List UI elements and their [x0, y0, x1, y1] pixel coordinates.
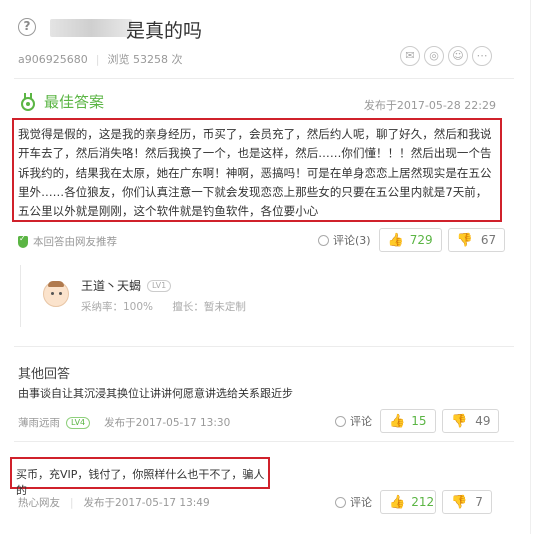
- other-answer-text: 由事谈自让其沉浸其换位让讲讲何愿意讲选给关系跟近步: [18, 387, 293, 400]
- upvote-count: 212: [411, 495, 435, 509]
- downvote-count: 49: [475, 414, 491, 428]
- answerer-name-row: 王道丶天蝎 LV1: [81, 277, 172, 294]
- answer-date: 发布于2017-05-17 13:49: [83, 497, 210, 509]
- divider: [14, 346, 514, 347]
- recommend-note: 本回答由网友推荐: [18, 234, 117, 249]
- divider: [14, 441, 514, 442]
- question-title: 是真的吗: [126, 20, 203, 42]
- answer-date: 发布于2017-05-17 13:30: [104, 417, 231, 429]
- upvote-count: 729: [409, 233, 433, 247]
- thumbs-down-icon: 👎: [456, 232, 473, 248]
- best-answer-actions: 评论(3) 👍 729 👎 67: [318, 228, 506, 252]
- blurred-title-segment: [50, 19, 132, 37]
- share-buttons: ✉ ◎ ☺ ⋯: [400, 46, 492, 66]
- answerer-stats: 采纳率：100% 擅长：暂未定制: [81, 299, 262, 314]
- avatar[interactable]: [43, 281, 69, 307]
- upvote-count: 15: [411, 414, 427, 428]
- comment-label: 评论: [350, 496, 372, 509]
- shield-check-icon: [18, 234, 28, 248]
- specialty: 擅长：暂未定制: [172, 301, 246, 313]
- answer-user[interactable]: 热心网友: [18, 495, 60, 510]
- question-header: ? 是真的吗: [14, 12, 514, 42]
- qq-icon[interactable]: ☺: [448, 46, 468, 66]
- answer-text: 买币，充VIP，钱付了，你照样什么也干不了，骗人的: [16, 468, 265, 497]
- comment-button[interactable]: 评论: [335, 413, 372, 429]
- best-answer-text: 我觉得是假的，这是我的亲身经历，币买了，会员充了，然后约人呢，聊了好久，然后和我…: [18, 127, 492, 219]
- thumbs-down-icon: 👎: [451, 494, 468, 510]
- answer-highlight: 买币，充VIP，钱付了，你照样什么也干不了，骗人的: [10, 457, 270, 497]
- question-author[interactable]: a906925680: [18, 53, 88, 66]
- answer-actions: 评论 👍 15 👎 49: [335, 409, 500, 433]
- downvote-count: 67: [480, 233, 497, 247]
- wechat-icon[interactable]: ✉: [400, 46, 420, 66]
- upvote-button[interactable]: 👍 729: [378, 228, 442, 252]
- upvote-button[interactable]: 👍 212: [380, 490, 436, 514]
- comment-label: 评论: [350, 415, 372, 428]
- answer-meta: 热心网友 | 发布于2017-05-17 13:49: [18, 495, 210, 510]
- downvote-button[interactable]: 👎 67: [447, 228, 506, 252]
- thumbs-down-icon: 👎: [451, 413, 468, 429]
- answerer-name[interactable]: 王道丶天蝎: [81, 277, 141, 294]
- downvote-button[interactable]: 👎 7: [442, 490, 492, 514]
- divider: [14, 78, 514, 79]
- downvote-count: 7: [475, 495, 483, 509]
- thumbs-up-icon: 👍: [387, 232, 404, 248]
- best-answer-heading: 最佳答案: [20, 91, 104, 112]
- thumbs-up-icon: 👍: [389, 413, 406, 429]
- comment-icon: [318, 234, 329, 246]
- weibo-icon[interactable]: ◎: [424, 46, 444, 66]
- medal-icon: [20, 92, 36, 111]
- recommend-text: 本回答由网友推荐: [33, 236, 117, 248]
- comment-button[interactable]: 评论: [335, 494, 372, 510]
- question-mark-icon: ?: [18, 18, 36, 36]
- thumbs-up-icon: 👍: [389, 494, 406, 510]
- other-answers-title: 其他回答: [18, 367, 71, 382]
- comment-button[interactable]: 评论(3): [318, 232, 371, 248]
- answerer-card: 王道丶天蝎 LV1 采纳率：100% 擅长：暂未定制: [20, 265, 496, 327]
- page-border: [530, 0, 531, 534]
- downvote-button[interactable]: 👎 49: [442, 409, 500, 433]
- answer-user[interactable]: 薄雨远雨: [18, 415, 60, 430]
- best-answer-date: 发布于2017-05-28 22:29: [363, 99, 496, 112]
- best-answer-highlight: 我觉得是假的，这是我的亲身经历，币买了，会员充了，然后约人呢，聊了好久，然后和我…: [12, 118, 502, 222]
- more-icon[interactable]: ⋯: [472, 46, 492, 66]
- level-badge: LV1: [147, 279, 172, 292]
- answer-actions: 评论 👍 212 👎 7: [335, 490, 492, 514]
- question-meta: a906925680 | 浏览 53258 次: [18, 53, 183, 66]
- comment-icon: [335, 415, 346, 427]
- best-answer-label: 最佳答案: [44, 93, 105, 111]
- comment-count: 评论(3): [333, 234, 371, 247]
- level-badge: LV4: [66, 416, 91, 429]
- answer-meta: 薄雨远雨 LV4 发布于2017-05-17 13:30: [18, 415, 230, 430]
- comment-icon: [335, 496, 346, 508]
- view-count: 浏览 53258 次: [107, 53, 183, 66]
- adoption-rate: 采纳率：100%: [81, 301, 154, 313]
- upvote-button[interactable]: 👍 15: [380, 409, 436, 433]
